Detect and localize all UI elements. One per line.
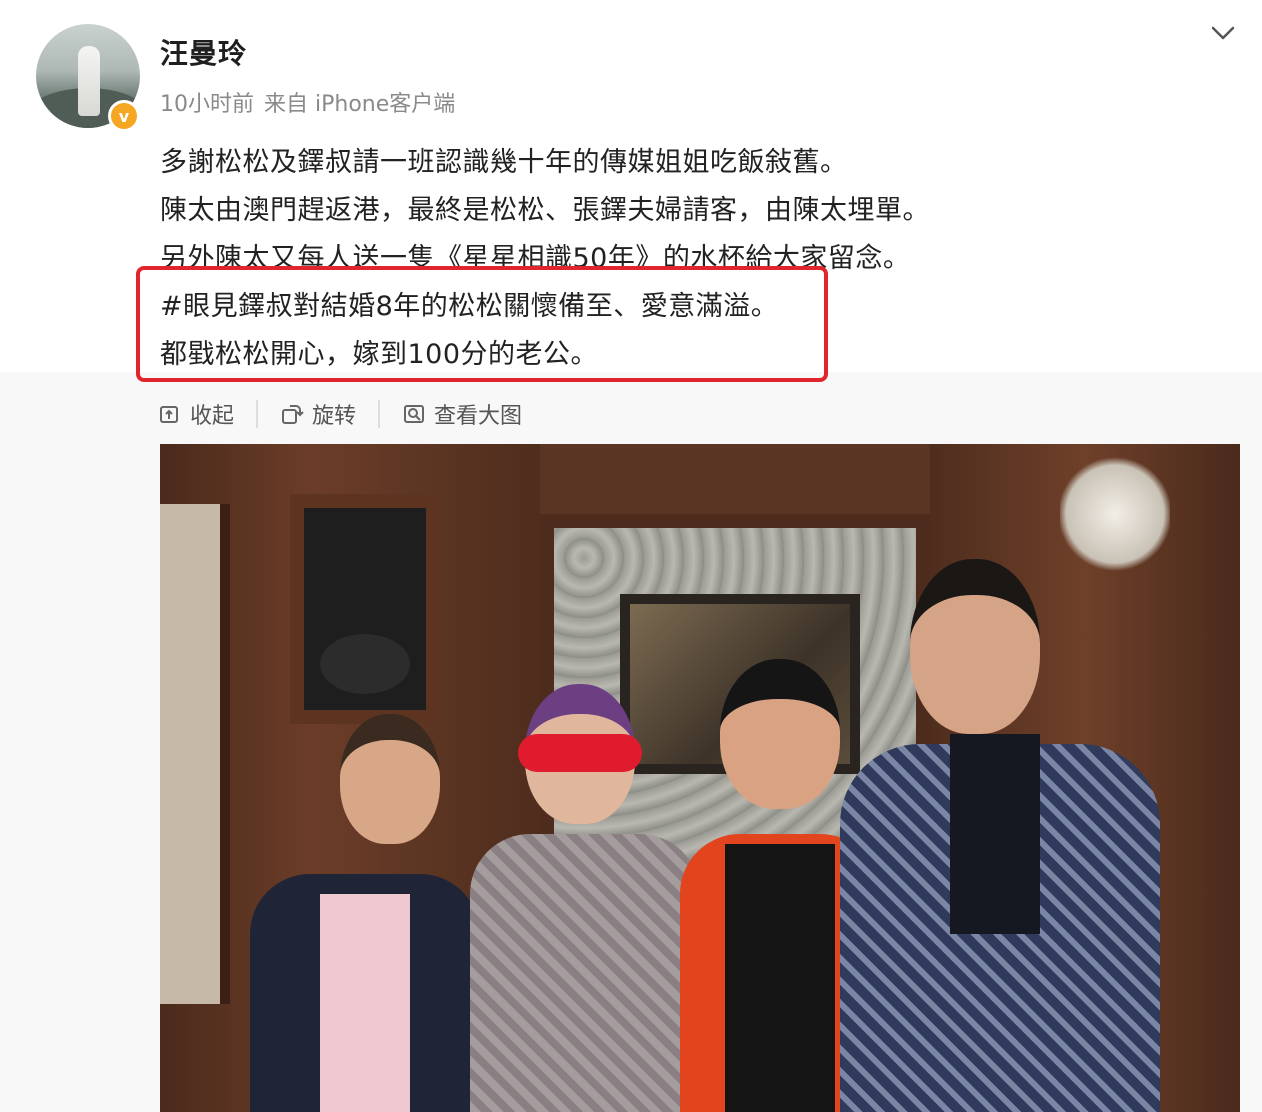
view-large-button[interactable]: 查看大图: [402, 398, 522, 430]
post-text-line: 多謝松松及鐸叔請一班認識幾十年的傳媒姐姐吃飯敍舊。: [160, 147, 848, 178]
photo-wall-sconce: [1060, 454, 1170, 574]
avatar-statue: [78, 46, 100, 116]
collapse-icon: [160, 406, 178, 423]
collapse-label: 收起: [190, 404, 235, 429]
chevron-down-icon[interactable]: [1210, 22, 1236, 44]
photo-person-2-body: [470, 834, 700, 1112]
photo-person-3-head: [720, 659, 840, 809]
post-time[interactable]: 10小时前: [160, 92, 254, 117]
rotate-icon: [282, 405, 304, 424]
photo-window-frame: [160, 504, 230, 1004]
rotate-button[interactable]: 旋转: [280, 398, 356, 430]
photo-person-2-sunglasses: [518, 734, 642, 772]
collapse-button[interactable]: 收起: [158, 398, 234, 430]
media-action-bar: 收起 旋转 查看大图: [158, 396, 522, 432]
photo-person-1-head: [340, 714, 440, 844]
post-photo[interactable]: [160, 444, 1240, 1112]
divider: [256, 400, 259, 428]
view-large-label: 查看大图: [434, 404, 523, 429]
post-text-line: 陳太由澳門趕返港，最終是松松、張鐸夫婦請客，由陳太埋單。: [160, 195, 930, 226]
photo-speaker-cone: [320, 634, 410, 694]
photo-person-1-shirt: [320, 894, 410, 1112]
photo-person-4-head: [910, 559, 1040, 734]
post-meta: 10小时前 来自 iPhone客户端: [160, 86, 455, 118]
divider: [378, 400, 381, 428]
view-large-icon: [404, 405, 425, 423]
post-source: 来自 iPhone客户端: [264, 92, 456, 117]
verified-badge-icon: v: [108, 100, 140, 132]
photo-person-3-dress: [725, 844, 835, 1112]
username[interactable]: 汪曼玲: [160, 32, 247, 72]
rotate-label: 旋转: [312, 404, 357, 429]
highlight-annotation-box: [136, 266, 828, 382]
photo-person-4-shirt: [950, 734, 1040, 934]
